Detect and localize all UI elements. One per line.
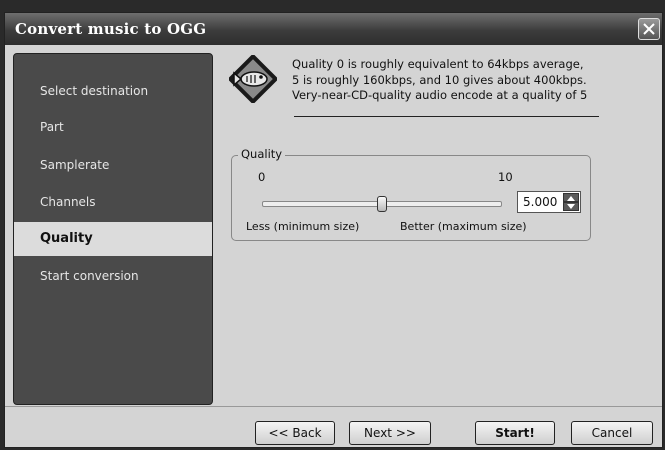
start-button[interactable]: Start! [475, 421, 555, 445]
close-icon [643, 23, 655, 35]
ogg-fish-logo-icon [227, 53, 279, 105]
window-title: Convert music to OGG [15, 20, 207, 38]
quality-slider-thumb[interactable] [377, 196, 387, 212]
button-bar: << Back Next >> Start! Cancel [5, 406, 662, 449]
less-size-label: Less (minimum size) [246, 220, 360, 233]
next-button[interactable]: Next >> [349, 421, 431, 445]
convert-dialog: Convert music to OGG Select destination … [4, 12, 663, 448]
quality-slider-track[interactable] [262, 196, 502, 212]
sidebar-item-samplerate[interactable]: Samplerate [14, 148, 212, 182]
quality-description: Quality 0 is roughly equivalent to 64kbp… [292, 57, 632, 104]
slider-max-label: 10 [498, 170, 513, 184]
arrow-down-icon [567, 204, 575, 209]
sidebar-item-channels[interactable]: Channels [14, 185, 212, 219]
step-header: Quality 0 is roughly equivalent to 64kbp… [219, 53, 659, 123]
spin-buttons [563, 193, 579, 211]
spin-up-button[interactable] [563, 193, 579, 202]
cancel-button[interactable]: Cancel [571, 421, 653, 445]
description-line-1: Quality 0 is roughly equivalent to 64kbp… [292, 57, 584, 71]
arrow-up-icon [567, 196, 575, 201]
slider-min-label: 0 [258, 170, 266, 184]
back-button[interactable]: << Back [255, 421, 335, 445]
better-size-label: Better (maximum size) [400, 220, 527, 233]
close-button[interactable] [638, 18, 660, 40]
header-divider [294, 116, 599, 117]
quality-group-label: Quality [238, 147, 286, 161]
quality-spinbox[interactable] [517, 191, 581, 213]
sidebar-item-part[interactable]: Part [14, 110, 212, 144]
quality-groupbox: Quality 0 10 Less (minimum size) Better … [231, 147, 591, 241]
description-line-2: 5 is roughly 160kbps, and 10 gives about… [292, 72, 587, 87]
title-bar[interactable]: Convert music to OGG [5, 13, 662, 45]
wizard-steps-sidebar: Select destination Part Samplerate Chann… [13, 53, 213, 405]
description-line-3: Very-near-CD-quality audio encode at a q… [292, 88, 588, 102]
sidebar-item-select-destination[interactable]: Select destination [14, 74, 212, 108]
spin-down-button[interactable] [563, 202, 579, 211]
quality-spin-input[interactable] [523, 195, 561, 209]
sidebar-item-quality[interactable]: Quality [14, 222, 212, 256]
sidebar-item-start-conversion[interactable]: Start conversion [14, 259, 212, 293]
